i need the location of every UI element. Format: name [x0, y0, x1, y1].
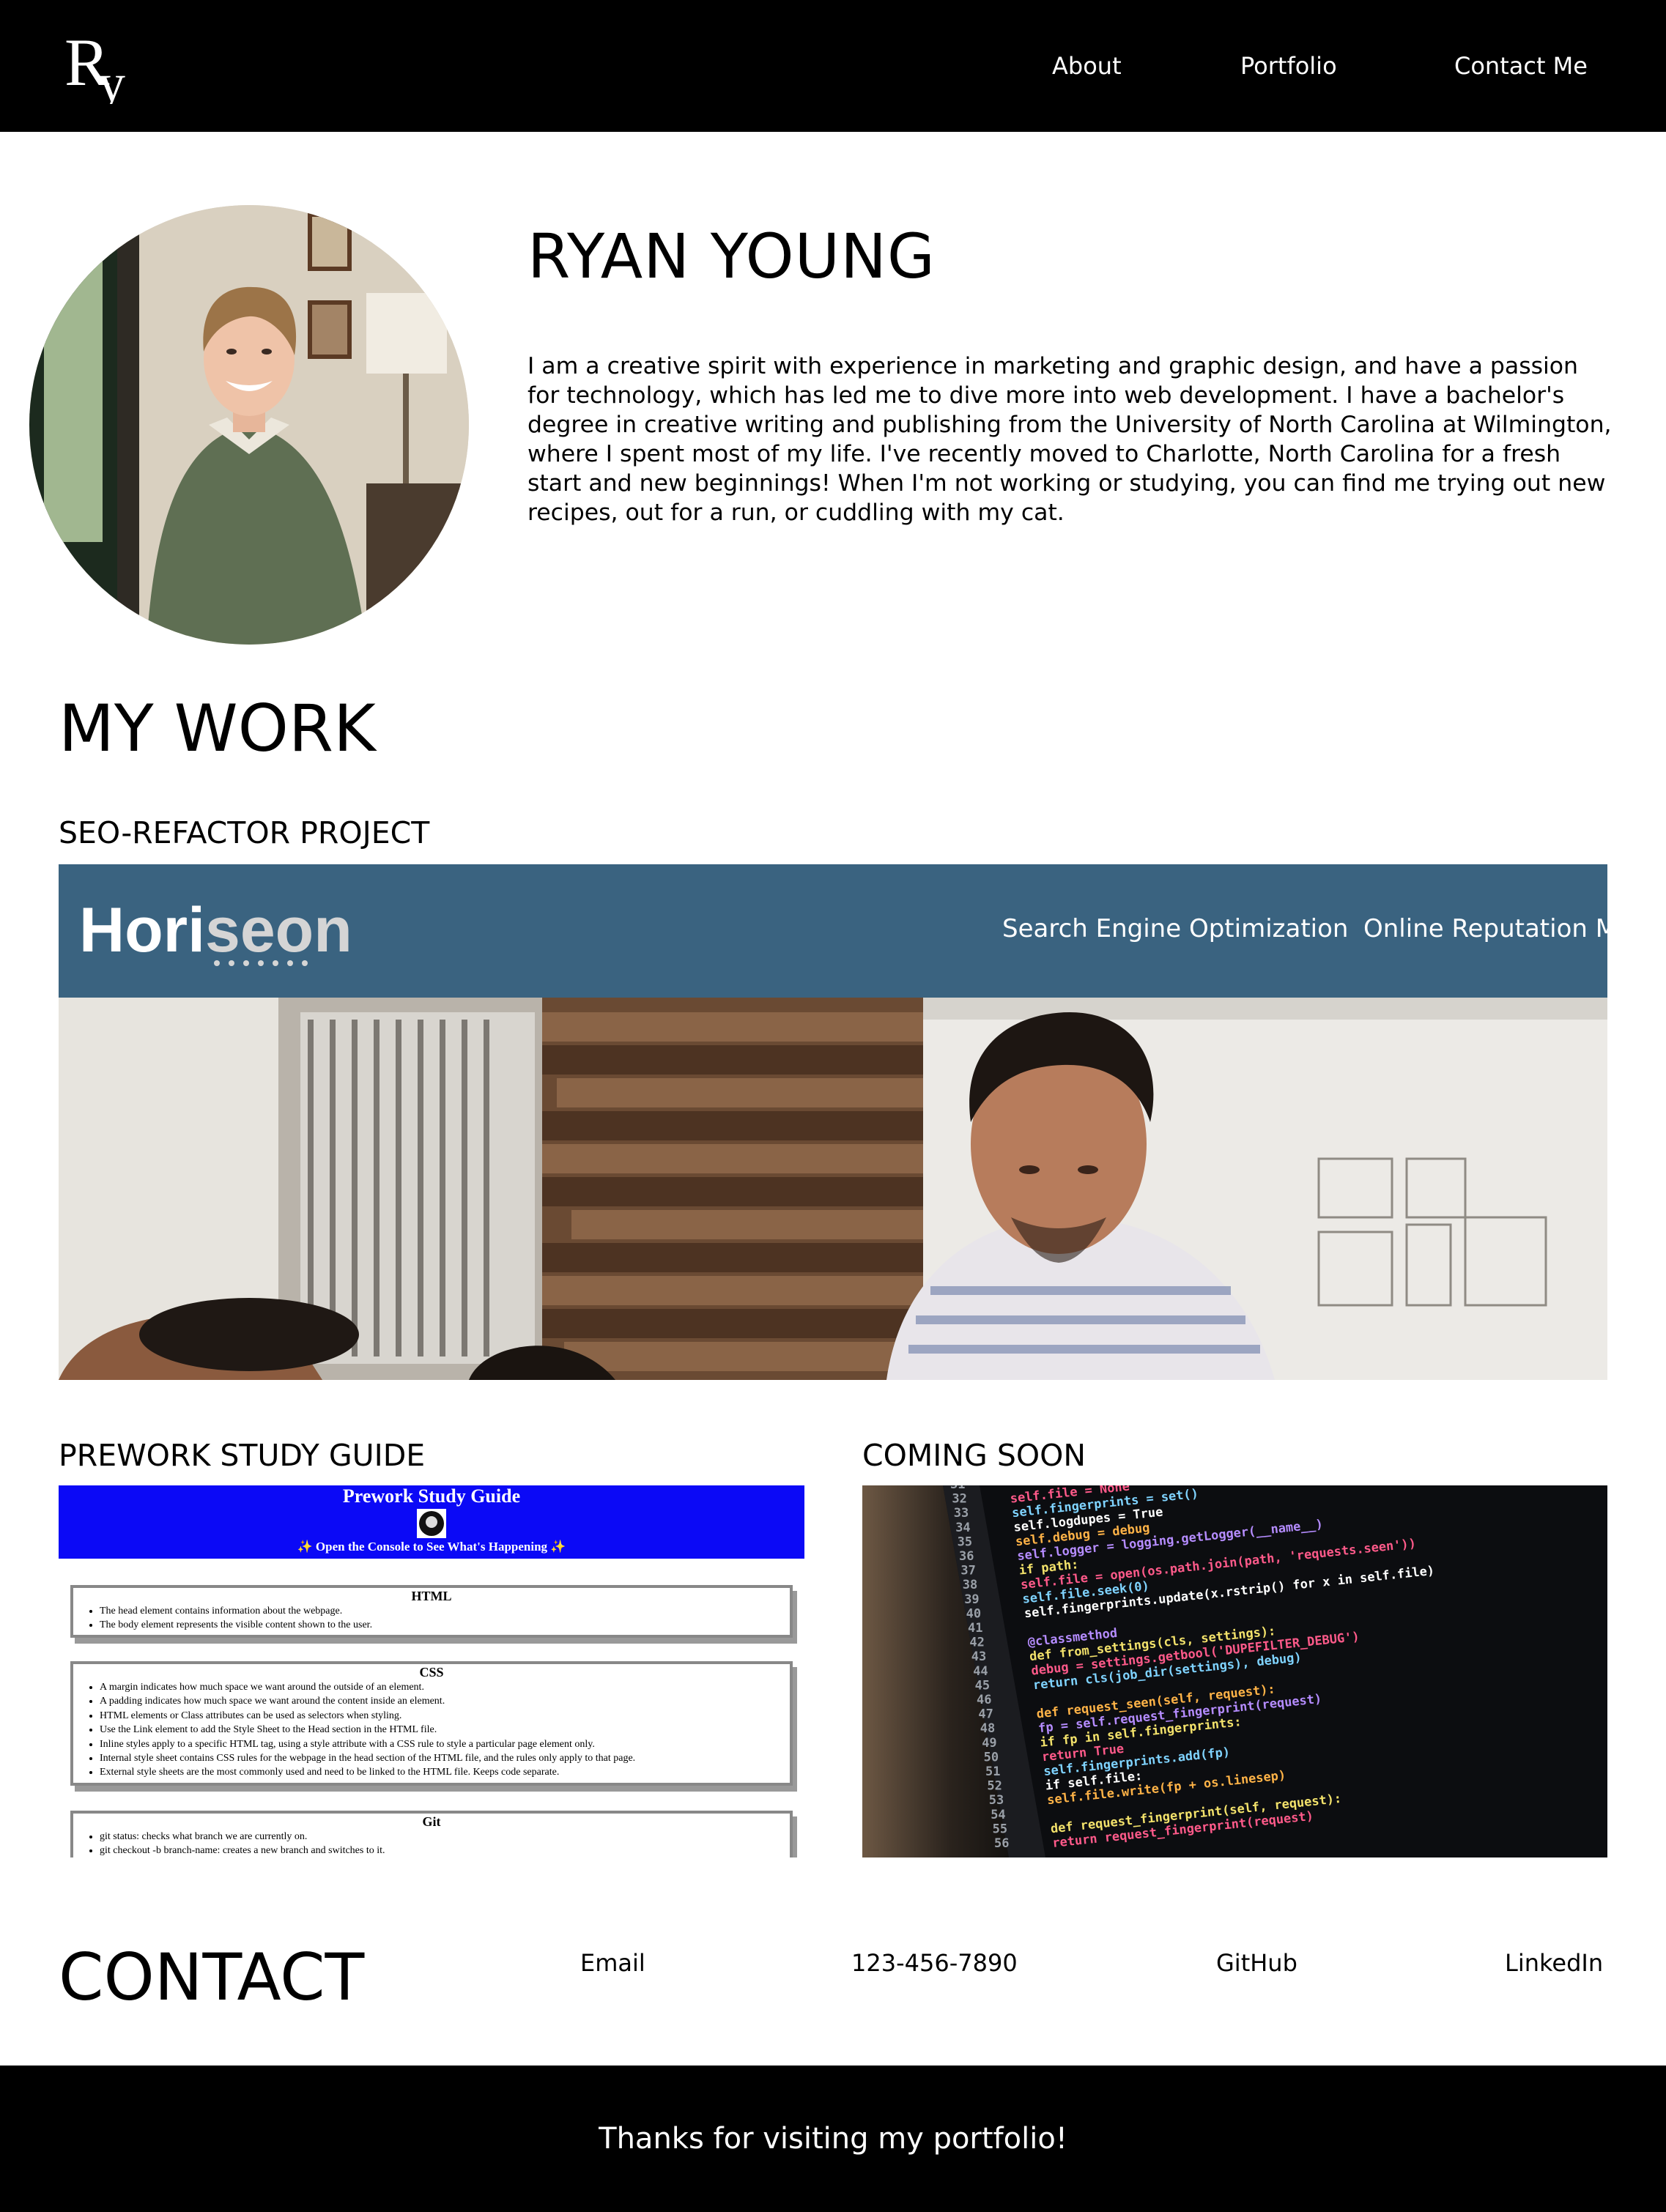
study-guide-card-git: Git git status: checks what branch we ar… [70, 1811, 793, 1857]
code-line-number: 34 [955, 1521, 970, 1535]
list-item: A padding indicates how much space we wa… [100, 1694, 790, 1708]
study-guide-header: Prework Study Guide ✨ Open the Console t… [59, 1485, 804, 1559]
list-item: git checkout -b branch-name: creates a n… [100, 1844, 790, 1857]
top-navbar: R y About Portfolio Contact Me [0, 0, 1666, 132]
horiseon-nav-seo: Search Engine Optimization [1002, 914, 1349, 943]
code-screen-image: 3132self.file = None33self.fingerprints … [862, 1485, 1607, 1857]
code-line-number: 39 [964, 1592, 979, 1607]
study-guide-heading: Prework Study Guide [342, 1485, 521, 1507]
list-item: Use the Link element to add the Style Sh… [100, 1723, 790, 1737]
horiseon-logo: Horiseon [79, 895, 352, 965]
code-line-number: 47 [978, 1707, 993, 1722]
code-line-number: 46 [977, 1693, 991, 1707]
code-line-number: 32 [952, 1492, 966, 1507]
contact-link-email[interactable]: Email [580, 1948, 645, 1978]
code-line-number: 52 [987, 1779, 1002, 1794]
prework-study-guide-preview[interactable]: Prework Study Guide ✨ Open the Console t… [59, 1485, 804, 1857]
code-line-number: 35 [958, 1534, 972, 1549]
code-line-number: 56 [994, 1836, 1009, 1851]
contact-heading: CONTACT [59, 1940, 365, 2015]
logo-y: y [98, 53, 125, 104]
list-item: git status: checks what branch we are cu… [100, 1830, 790, 1844]
code-line-number: 49 [982, 1736, 996, 1751]
nav-link-about[interactable]: About [1052, 51, 1122, 81]
profile-bio: I am a creative spirit with experience i… [527, 353, 1612, 526]
nav-link-portfolio[interactable]: Portfolio [1240, 51, 1337, 81]
seo-refactor-project-preview[interactable]: Horiseon Search Engine Optimization Onli… [59, 864, 1607, 1380]
list-item: The body element represents the visible … [100, 1618, 790, 1632]
list-item: Inline styles apply to a specific HTML t… [100, 1737, 790, 1751]
code-line-number: 45 [975, 1678, 990, 1693]
code-line-number: 48 [980, 1721, 995, 1736]
code-line-number: 38 [963, 1578, 977, 1592]
contact-link-linkedin[interactable]: LinkedIn [1505, 1948, 1603, 1978]
code-line-number: 51 [985, 1764, 1000, 1779]
code-line-number: 53 [989, 1793, 1004, 1808]
code-line-number: 42 [969, 1636, 984, 1650]
horiseon-header-bar: Horiseon Search Engine Optimization Onli… [59, 864, 1607, 998]
nav-link-contact-me[interactable]: Contact Me [1454, 51, 1588, 81]
list-item: External style sheets are the most commo… [100, 1765, 790, 1779]
study-guide-avatar-icon [417, 1509, 446, 1538]
card-title: Git [422, 1814, 441, 1829]
code-line-number: 40 [966, 1606, 981, 1621]
footer-message: Thanks for visiting my portfolio! [599, 2122, 1067, 2156]
list-item: The head element contains information ab… [100, 1604, 790, 1618]
ry-logo[interactable]: R y [62, 28, 142, 104]
project-title-coming-soon: COMING SOON [862, 1438, 1086, 1473]
code-line-number: 37 [960, 1564, 975, 1578]
horiseon-hero-photo [59, 998, 1607, 1380]
coming-soon-preview: 3132self.file = None33self.fingerprints … [862, 1485, 1607, 1857]
horiseon-logo-dots [214, 960, 308, 966]
code-line-number: 54 [991, 1808, 1005, 1822]
project-title-prework-study-guide: PREWORK STUDY GUIDE [59, 1438, 426, 1473]
profile-name: RYAN YOUNG [527, 220, 936, 292]
contact-link-phone[interactable]: 123-456-7890 [851, 1948, 1018, 1978]
my-work-heading: MY WORK [59, 691, 376, 766]
profile-photo [29, 205, 469, 645]
code-line-number: 55 [993, 1822, 1007, 1836]
code-line-number: 44 [973, 1664, 988, 1679]
code-line-number: 41 [968, 1621, 982, 1636]
contact-link-github[interactable]: GitHub [1216, 1948, 1297, 1978]
study-guide-card-css: CSS A margin indicates how much space we… [70, 1661, 793, 1786]
project-title-seo-refactor: SEO-REFACTOR PROJECT [59, 815, 430, 850]
list-item: Internal style sheet contains CSS rules … [100, 1751, 790, 1765]
card-title: CSS [419, 1665, 444, 1680]
list-item: HTML elements or Class attributes can be… [100, 1709, 790, 1723]
study-guide-subheading: ✨ Open the Console to See What's Happeni… [297, 1540, 566, 1554]
page-footer: Thanks for visiting my portfolio! [0, 2066, 1666, 2212]
code-line-number: 36 [959, 1549, 974, 1564]
horiseon-nav-reputation: Online Reputation M [1363, 914, 1607, 943]
study-guide-card-html: HTML The head element contains informati… [70, 1585, 793, 1638]
code-line-number: 50 [984, 1750, 999, 1764]
list-item: A margin indicates how much space we wan… [100, 1680, 790, 1694]
code-line-number: 33 [954, 1506, 969, 1521]
card-title: HTML [411, 1589, 452, 1603]
code-line-number: 43 [971, 1649, 986, 1664]
